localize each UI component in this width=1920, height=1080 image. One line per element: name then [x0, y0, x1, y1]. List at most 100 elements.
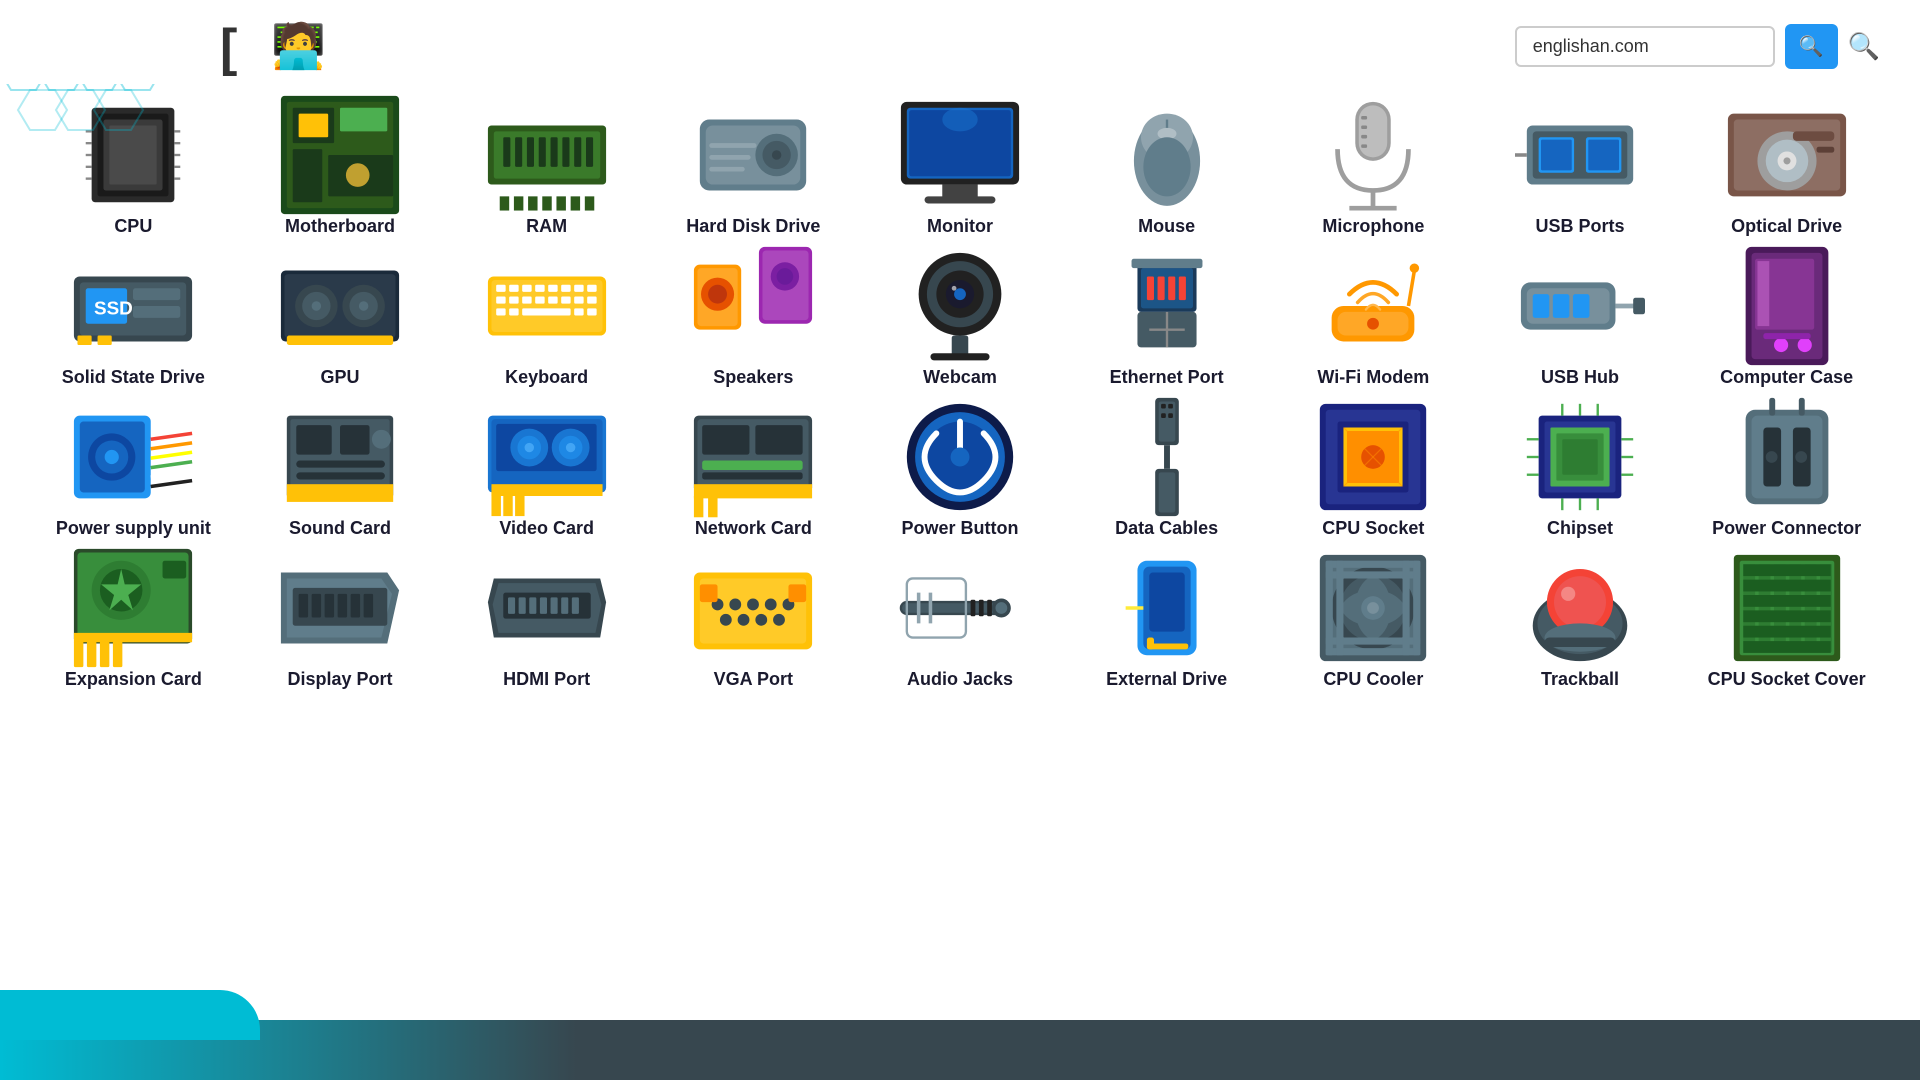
sound-card-icon [275, 402, 405, 512]
expansion-card-icon [68, 553, 198, 663]
vga-port-icon [688, 553, 818, 663]
grid-item-network-card[interactable]: Network Card [650, 396, 857, 547]
grid-item-sound-card[interactable]: Sound Card [237, 396, 444, 547]
motherboard-icon [275, 100, 405, 210]
person-icon: 🧑‍💻 [271, 20, 326, 72]
search-icon-large[interactable]: 🔍 [1848, 31, 1880, 62]
data-cables-icon [1102, 402, 1232, 512]
hard-disk-drive-icon [688, 100, 818, 210]
parts-grid: CPU Motherboard RAM Hard Disk [0, 84, 1920, 698]
mouse-label: Mouse [1138, 216, 1195, 237]
data-cables-label: Data Cables [1115, 518, 1218, 539]
microphone-label: Microphone [1322, 216, 1424, 237]
external-drive-icon [1102, 553, 1232, 663]
hdmi-port-icon [482, 553, 612, 663]
cpu-socket-cover-icon [1722, 553, 1852, 663]
grid-item-external-drive[interactable]: External Drive [1063, 547, 1270, 698]
cpu-socket-label: CPU Socket [1322, 518, 1424, 539]
grid-item-ram[interactable]: RAM [443, 94, 650, 245]
grid-item-speakers[interactable]: Speakers [650, 245, 857, 396]
microphone-icon [1308, 100, 1438, 210]
search-button[interactable]: 🔍 [1785, 24, 1838, 69]
cpu-socket-cover-label: CPU Socket Cover [1708, 669, 1866, 690]
speakers-label: Speakers [713, 367, 793, 388]
grid-item-mouse[interactable]: Mouse [1063, 94, 1270, 245]
webcam-label: Webcam [923, 367, 997, 388]
grid-item-cpu-cooler[interactable]: CPU Cooler [1270, 547, 1477, 698]
ethernet-port-icon [1102, 251, 1232, 361]
grid-item-monitor[interactable]: Monitor [857, 94, 1064, 245]
chipset-icon [1515, 402, 1645, 512]
trackball-label: Trackball [1541, 669, 1619, 690]
ram-label: RAM [526, 216, 567, 237]
mouse-icon [1102, 100, 1232, 210]
webcam-icon [895, 251, 1025, 361]
search-input[interactable] [1515, 26, 1775, 67]
computer-case-icon [1722, 251, 1852, 361]
video-card-label: Video Card [499, 518, 594, 539]
grid-item-power-supply[interactable]: Power supply unit [30, 396, 237, 547]
expansion-card-label: Expansion Card [65, 669, 202, 690]
title-area: [ 🧑‍💻 [220, 18, 326, 74]
usb-ports-icon [1515, 100, 1645, 210]
trackball-icon [1515, 553, 1645, 663]
ethernet-port-label: Ethernet Port [1110, 367, 1224, 388]
grid-item-display-port[interactable]: Display Port [237, 547, 444, 698]
power-connector-label: Power Connector [1712, 518, 1861, 539]
grid-item-usb-hub[interactable]: USB Hub [1477, 245, 1684, 396]
grid-item-motherboard[interactable]: Motherboard [237, 94, 444, 245]
motherboard-label: Motherboard [285, 216, 395, 237]
audio-jacks-label: Audio Jacks [907, 669, 1013, 690]
header: [ 🧑‍💻 🔍 🔍 [0, 0, 1920, 84]
ram-icon [482, 100, 612, 210]
grid-item-audio-jacks[interactable]: Audio Jacks [857, 547, 1064, 698]
optical-drive-icon [1722, 100, 1852, 210]
grid-item-power-button[interactable]: Power Button [857, 396, 1064, 547]
video-card-icon [482, 402, 612, 512]
solid-state-drive-label: Solid State Drive [62, 367, 205, 388]
keyboard-icon [482, 251, 612, 361]
grid-item-wifi-modem[interactable]: Wi-Fi Modem [1270, 245, 1477, 396]
power-supply-label: Power supply unit [56, 518, 211, 539]
search-icon: 🔍 [1799, 34, 1824, 59]
search-area: 🔍 🔍 [1515, 24, 1880, 69]
grid-item-hdmi-port[interactable]: HDMI Port [443, 547, 650, 698]
grid-item-cpu-socket[interactable]: CPU Socket [1270, 396, 1477, 547]
grid-item-chipset[interactable]: Chipset [1477, 396, 1684, 547]
grid-item-computer-case[interactable]: Computer Case [1683, 245, 1890, 396]
hard-disk-drive-label: Hard Disk Drive [686, 216, 820, 237]
grid-item-ethernet-port[interactable]: Ethernet Port [1063, 245, 1270, 396]
grid-item-gpu[interactable]: GPU [237, 245, 444, 396]
grid-item-expansion-card[interactable]: Expansion Card [30, 547, 237, 698]
monitor-icon [895, 100, 1025, 210]
grid-item-microphone[interactable]: Microphone [1270, 94, 1477, 245]
chipset-label: Chipset [1547, 518, 1613, 539]
svg-text:SSD: SSD [94, 298, 133, 319]
power-supply-icon [68, 402, 198, 512]
gpu-label: GPU [320, 367, 359, 388]
hdmi-port-label: HDMI Port [503, 669, 590, 690]
grid-item-vga-port[interactable]: VGA Port [650, 547, 857, 698]
grid-item-cpu-socket-cover[interactable]: CPU Socket Cover [1683, 547, 1890, 698]
optical-drive-label: Optical Drive [1731, 216, 1842, 237]
grid-item-webcam[interactable]: Webcam [857, 245, 1064, 396]
grid-item-video-card[interactable]: Video Card [443, 396, 650, 547]
grid-item-keyboard[interactable]: Keyboard [443, 245, 650, 396]
power-connector-icon [1722, 402, 1852, 512]
grid-item-solid-state-drive[interactable]: SSD Solid State Drive [30, 245, 237, 396]
network-card-icon [688, 402, 818, 512]
grid-item-trackball[interactable]: Trackball [1477, 547, 1684, 698]
usb-ports-label: USB Ports [1535, 216, 1624, 237]
vga-port-label: VGA Port [714, 669, 793, 690]
speakers-icon [688, 251, 818, 361]
grid-item-data-cables[interactable]: Data Cables [1063, 396, 1270, 547]
display-port-label: Display Port [287, 669, 392, 690]
grid-item-hard-disk-drive[interactable]: Hard Disk Drive [650, 94, 857, 245]
wifi-modem-icon [1308, 251, 1438, 361]
grid-item-usb-ports[interactable]: USB Ports [1477, 94, 1684, 245]
cpu-label: CPU [114, 216, 152, 237]
usb-hub-label: USB Hub [1541, 367, 1619, 388]
grid-item-optical-drive[interactable]: Optical Drive [1683, 94, 1890, 245]
cpu-cooler-icon [1308, 553, 1438, 663]
grid-item-power-connector[interactable]: Power Connector [1683, 396, 1890, 547]
